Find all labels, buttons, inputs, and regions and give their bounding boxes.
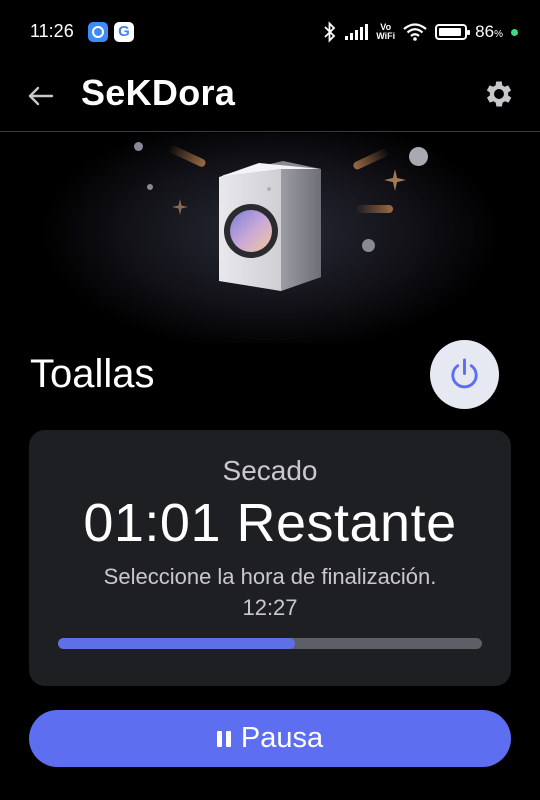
- battery-icon: [435, 24, 471, 40]
- decor-streak: [167, 143, 207, 169]
- sparkle-icon: [172, 199, 188, 215]
- status-time: 11:26: [30, 21, 74, 41]
- decor-dot: [147, 184, 153, 190]
- wifi-icon: [403, 23, 427, 41]
- arrow-left-icon[interactable]: [24, 80, 56, 112]
- decor-dot: [409, 147, 428, 166]
- status-card: Secado 01:01 Restante Seleccione la hora…: [29, 430, 511, 686]
- decor-dot: [362, 239, 375, 252]
- power-icon: [451, 358, 478, 389]
- power-button[interactable]: [430, 340, 499, 409]
- cell-signal-icon: [345, 24, 369, 40]
- pause-button[interactable]: Pausa: [29, 710, 511, 767]
- select-finish-time-link[interactable]: Seleccione la hora de finalización.: [29, 564, 511, 590]
- privacy-indicator-dot: [511, 28, 518, 36]
- pause-icon: [216, 730, 231, 747]
- clock-app-icon: [88, 22, 108, 42]
- google-app-icon: G: [114, 22, 134, 42]
- page-title: SeKDora: [81, 72, 236, 113]
- app-bar: SeKDora: [0, 64, 540, 132]
- gear-icon[interactable]: [482, 77, 516, 111]
- decor-streak: [352, 147, 390, 171]
- decor-dot: [134, 142, 143, 151]
- dryer-illustration: [219, 161, 321, 291]
- cycle-progress-bar: [58, 638, 482, 649]
- screen: 11:26 G Vo WiFi 86% SeKDora Toallas Seca…: [0, 0, 540, 800]
- battery-percent: 86%: [475, 22, 503, 41]
- time-remaining: 01:01 Restante: [83, 493, 457, 553]
- finish-time[interactable]: 12:27: [29, 595, 511, 621]
- status-bar: 11:26 G Vo WiFi 86%: [0, 0, 540, 64]
- appliance-hero: [0, 133, 540, 343]
- sparkle-icon: [384, 169, 406, 191]
- decor-streak: [355, 205, 393, 213]
- vowifi-indicator: Vo WiFi: [376, 22, 396, 41]
- pause-label: Pausa: [240, 722, 324, 754]
- bluetooth-icon: [324, 21, 336, 43]
- cycle-mode: Secado: [222, 455, 318, 486]
- status-indicators: Vo WiFi 86%: [323, 18, 518, 46]
- course-name: Toallas: [30, 352, 155, 396]
- cycle-progress-fill: [58, 638, 296, 649]
